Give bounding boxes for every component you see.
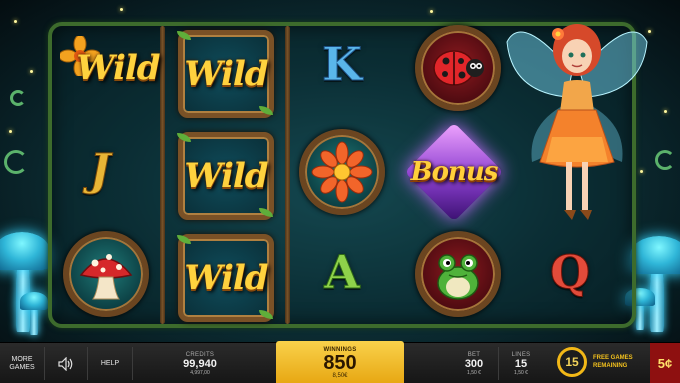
credits-display: CREDITS 99,940 4,997,00 xyxy=(170,343,230,383)
reel-divider-vine xyxy=(285,26,290,324)
credits-value: 99,940 xyxy=(183,357,217,370)
sparkle xyxy=(14,20,17,23)
swirl-vine-right xyxy=(655,150,675,170)
sparkle xyxy=(9,130,12,133)
sparkle xyxy=(120,8,123,11)
winnings-money: 8,50€ xyxy=(332,372,348,379)
speaker-icon xyxy=(58,356,73,371)
glowing-mushroom-cap xyxy=(20,292,48,310)
frog-symbol xyxy=(415,231,501,317)
bonus-symbol: Bonus xyxy=(404,122,504,222)
reel-1-row-1-wild: Wild xyxy=(60,20,161,116)
free-games-counter: 15 xyxy=(557,347,587,377)
letter-j-symbol: J xyxy=(89,144,111,196)
help-button[interactable]: HELP xyxy=(88,343,132,383)
free-games-remaining-label: FREE GAMES REMAINING xyxy=(593,355,633,369)
wild-frame: Wild xyxy=(177,234,274,322)
reel-2-row-2-wild: Wild xyxy=(176,128,276,224)
bet-money: 1,50 € xyxy=(467,369,481,376)
wild-symbol-text: Wild xyxy=(184,258,268,298)
flower-symbol xyxy=(299,129,385,215)
leaf-icon xyxy=(259,106,273,115)
sound-toggle-button[interactable] xyxy=(45,343,87,383)
bet-display[interactable]: BET 300 1,50 € xyxy=(452,343,496,383)
reel-2-row-1-wild: Wild xyxy=(176,26,276,122)
lines-value: 15 xyxy=(514,357,528,370)
divider xyxy=(132,347,133,380)
glowing-mushroom-cap xyxy=(0,232,50,270)
reel-2-row-3-wild: Wild xyxy=(176,230,276,326)
red-mushroom-icon xyxy=(79,254,133,300)
more-games-label: MORE GAMES xyxy=(9,355,35,371)
orange-flower-icon xyxy=(311,141,373,203)
winnings-panel: WINNINGS 850 8,50€ xyxy=(276,341,404,383)
letter-k-symbol: K xyxy=(322,37,363,92)
leaf-icon xyxy=(177,31,191,40)
reel-1-row-3-mushroom xyxy=(56,226,156,322)
reel-5-row-3-q: Q xyxy=(520,224,620,320)
lines-money: 1,50 € xyxy=(514,369,528,376)
denomination-button[interactable]: 5¢ xyxy=(650,343,680,383)
wild-symbol-text: Wild xyxy=(76,48,160,88)
credits-money: 4,997,00 xyxy=(190,369,210,376)
reel-divider-vine xyxy=(160,26,165,324)
leaf-icon xyxy=(177,133,191,142)
ladybug-icon xyxy=(433,50,484,86)
reel-4-row-3-frog xyxy=(408,226,508,322)
letter-q-symbol: Q xyxy=(549,245,591,300)
control-bar: MORE GAMES HELP CREDITS 99,940 4,997,00 … xyxy=(0,341,680,383)
bet-value: 300 xyxy=(464,357,484,370)
swirl-vine-left xyxy=(10,90,26,106)
wild-symbol-text: Wild xyxy=(184,54,268,94)
wild-symbol-text: Wild xyxy=(184,156,268,196)
help-label: HELP xyxy=(100,359,120,367)
reel-3-row-1-k: K xyxy=(292,16,392,112)
frog-icon xyxy=(437,254,479,300)
wild-frame: Wild xyxy=(177,132,274,220)
leaf-icon xyxy=(259,310,273,319)
ladybug-symbol xyxy=(415,25,501,111)
wild-frame: Wild xyxy=(177,30,274,118)
mushroom-symbol xyxy=(63,231,149,317)
fairy-character-icon xyxy=(506,24,648,220)
reel-3-row-3-a: A xyxy=(292,224,392,320)
leaf-icon xyxy=(177,235,191,244)
lines-display[interactable]: LINES 15 1,50 € xyxy=(499,343,543,383)
glowing-mushroom-cap xyxy=(630,236,680,274)
leaf-icon xyxy=(259,208,273,217)
sparkle xyxy=(430,10,433,13)
reel-1-row-2-j: J xyxy=(50,122,150,218)
game-scene: Wild J Wild Wild Wild K A Bonus Q xyxy=(0,0,680,342)
sparkle xyxy=(30,70,33,73)
reel-4-row-1-ladybug xyxy=(408,20,508,116)
letter-a-symbol: A xyxy=(324,245,361,300)
swirl-vine-left xyxy=(4,150,28,174)
winnings-value: 850 xyxy=(323,351,357,374)
more-games-button[interactable]: MORE GAMES xyxy=(0,343,44,383)
sparkle xyxy=(664,110,667,113)
reel-4-row-2-bonus: Bonus xyxy=(404,122,504,222)
bonus-symbol-text: Bonus xyxy=(410,157,499,187)
reel-3-row-2-flower xyxy=(292,124,392,220)
